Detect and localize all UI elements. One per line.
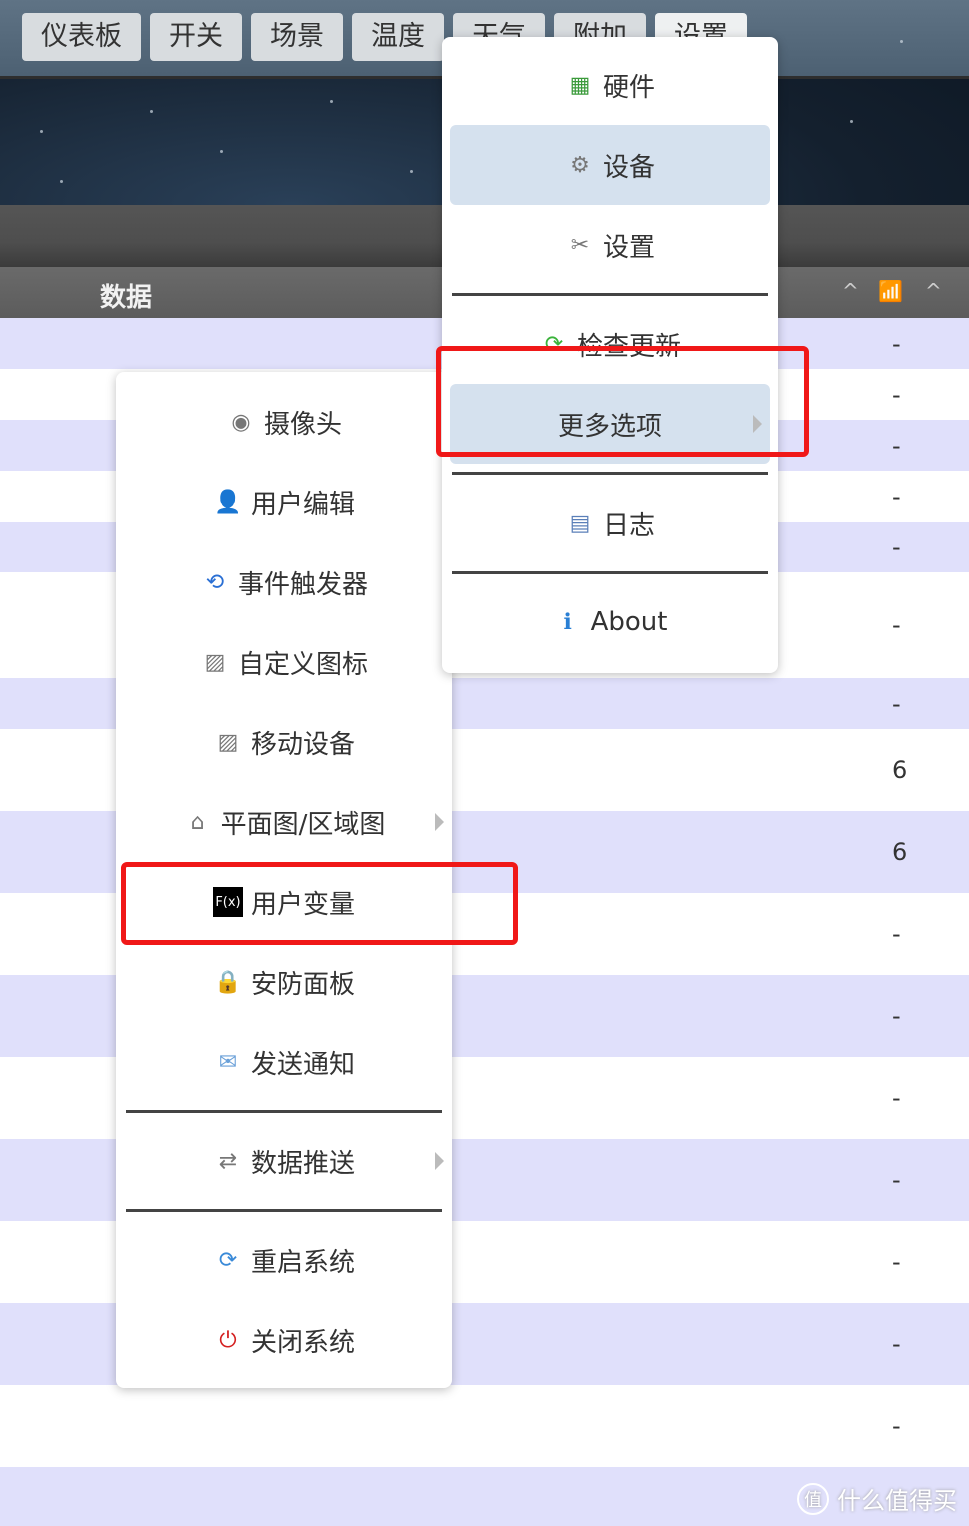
menu-item-label: 事件触发器 bbox=[237, 569, 368, 600]
menu-item-user[interactable]: 👤 用户编辑 bbox=[116, 462, 452, 542]
row-value: - bbox=[892, 1412, 901, 1440]
section-title: 数据 bbox=[100, 283, 153, 313]
row-value: - bbox=[892, 482, 901, 511]
menu-item-label: 硬件 bbox=[602, 72, 655, 103]
hardware-icon: ▦ bbox=[569, 72, 591, 98]
lock-icon: 🔒 bbox=[214, 969, 242, 995]
menu-item-restart[interactable]: ⟳ 重启系统 bbox=[116, 1220, 452, 1300]
menu-item-label: 发送通知 bbox=[250, 1049, 355, 1080]
row-value: - bbox=[892, 329, 901, 358]
row-value: - bbox=[892, 689, 901, 718]
menu-item-floorplan[interactable]: ⌂ 平面图/区域图 bbox=[116, 782, 452, 862]
gear-icon: ⚙ bbox=[570, 152, 590, 178]
menu-item-label: 自定义图标 bbox=[237, 649, 368, 680]
event-icon: ⟲ bbox=[205, 569, 225, 595]
mobile-icon: ▨ bbox=[217, 729, 239, 755]
menu-item-label: 平面图/区域图 bbox=[220, 809, 386, 840]
menu-item-label: 安防面板 bbox=[250, 969, 355, 1000]
nav-switches[interactable]: 开关 bbox=[150, 13, 242, 61]
chevron-up-icon[interactable]: ^ bbox=[925, 279, 942, 303]
submenu-arrow-icon bbox=[435, 813, 444, 831]
shutdown-icon: ⏻ bbox=[219, 1327, 237, 1353]
menu-item-label: 用户编辑 bbox=[250, 489, 355, 520]
menu-item-label: About bbox=[590, 607, 668, 637]
menu-item-mail[interactable]: ✉ 发送通知 bbox=[116, 1022, 452, 1102]
watermark-text: 什么值得买 bbox=[837, 1487, 957, 1515]
menu-item-info[interactable]: ℹ About bbox=[442, 582, 778, 662]
row-value: - bbox=[892, 1002, 901, 1030]
custom-icon: ▨ bbox=[204, 649, 226, 675]
nav-dashboard[interactable]: 仪表板 bbox=[22, 13, 141, 61]
user-icon: 👤 bbox=[214, 489, 242, 515]
floorplan-icon: ⌂ bbox=[190, 809, 205, 835]
signal-icon: 📶 bbox=[878, 279, 903, 303]
menu-item-tools[interactable]: ✂ 设置 bbox=[442, 205, 778, 285]
nav-temperature[interactable]: 温度 bbox=[352, 13, 444, 61]
row-value: - bbox=[892, 533, 901, 561]
menu-item-label: 关闭系统 bbox=[250, 1327, 355, 1358]
row-value: 6 bbox=[892, 756, 908, 784]
menu-divider bbox=[452, 293, 768, 296]
row-value: 6 bbox=[892, 838, 908, 866]
menu-item-label: 重启系统 bbox=[250, 1247, 355, 1278]
tools-icon: ✂ bbox=[570, 232, 590, 258]
row-value: - bbox=[892, 611, 901, 639]
menu-item-shutdown[interactable]: ⏻ 关闭系统 bbox=[116, 1300, 452, 1380]
chevron-up-icon[interactable]: ^ bbox=[842, 279, 859, 303]
menu-item-label: 摄像头 bbox=[263, 409, 342, 440]
menu-item-label: 设置 bbox=[602, 232, 655, 263]
menu-divider bbox=[126, 1209, 442, 1212]
menu-divider bbox=[452, 472, 768, 475]
menu-item-gear[interactable]: ⚙ 设备 bbox=[450, 125, 770, 205]
row-value: - bbox=[892, 920, 901, 948]
log-icon: ▤ bbox=[569, 510, 591, 536]
submenu-arrow-icon bbox=[435, 1152, 444, 1170]
menu-item-event[interactable]: ⟲ 事件触发器 bbox=[116, 542, 452, 622]
row-value: - bbox=[892, 1084, 901, 1112]
menu-divider bbox=[452, 571, 768, 574]
highlight-box bbox=[436, 346, 809, 457]
menu-item-mobile[interactable]: ▨ 移动设备 bbox=[116, 702, 452, 782]
camera-icon: ◉ bbox=[231, 409, 251, 435]
menu-item-label: 设备 bbox=[602, 152, 655, 183]
push-icon: ⇄ bbox=[218, 1148, 238, 1174]
highlight-box bbox=[121, 862, 518, 945]
menu-item-push[interactable]: ⇄ 数据推送 bbox=[116, 1121, 452, 1201]
row-value: - bbox=[892, 1166, 901, 1194]
row-value: - bbox=[892, 1330, 901, 1358]
watermark-logo: 值 bbox=[797, 1482, 829, 1515]
mail-icon: ✉ bbox=[218, 1049, 238, 1075]
restart-icon: ⟳ bbox=[218, 1247, 238, 1273]
menu-item-label: 数据推送 bbox=[250, 1148, 355, 1179]
row-value: - bbox=[892, 431, 901, 460]
menu-item-custom[interactable]: ▨ 自定义图标 bbox=[116, 622, 452, 702]
menu-divider bbox=[126, 1110, 442, 1113]
info-icon: ℹ bbox=[563, 609, 572, 635]
row-value: - bbox=[892, 380, 901, 409]
menu-item-lock[interactable]: 🔒 安防面板 bbox=[116, 942, 452, 1022]
menu-item-label: 日志 bbox=[602, 510, 655, 541]
menu-item-log[interactable]: ▤ 日志 bbox=[442, 483, 778, 563]
nav-scenes[interactable]: 场景 bbox=[251, 13, 343, 61]
menu-item-hardware[interactable]: ▦ 硬件 bbox=[442, 45, 778, 125]
row-value: - bbox=[892, 1248, 901, 1276]
table-row: - bbox=[0, 1385, 969, 1467]
menu-item-camera[interactable]: ◉ 摄像头 bbox=[116, 382, 452, 462]
watermark: 值 什么值得买 bbox=[797, 1481, 957, 1516]
menu-item-label: 移动设备 bbox=[250, 729, 355, 760]
